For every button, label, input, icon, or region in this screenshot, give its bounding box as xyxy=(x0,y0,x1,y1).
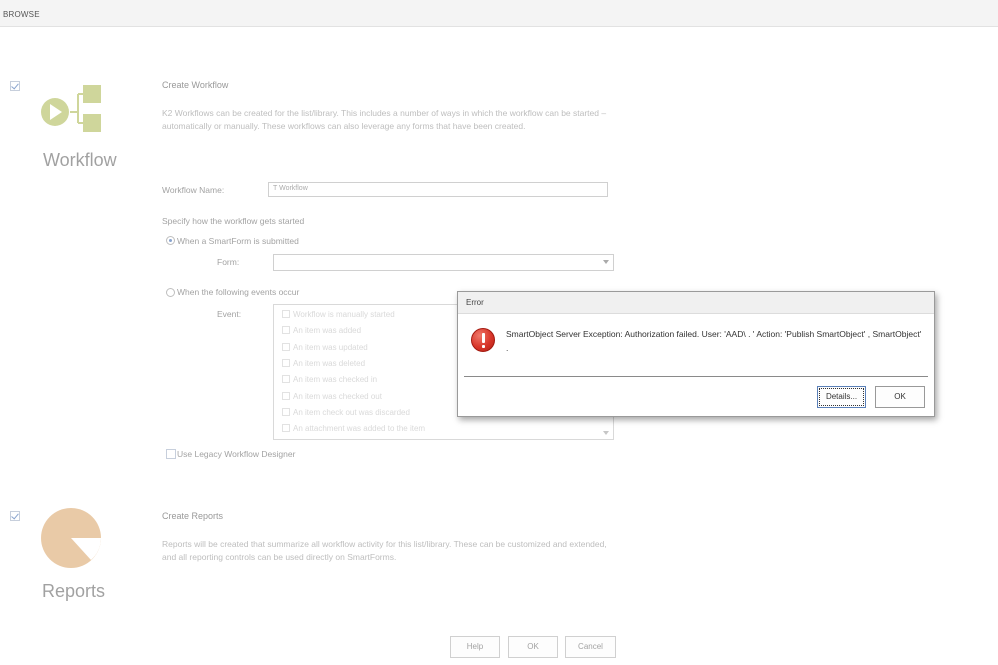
list-item[interactable]: An item was checked out xyxy=(282,392,382,406)
event-checkbox[interactable] xyxy=(282,310,290,318)
event-checkbox[interactable] xyxy=(282,408,290,416)
event-checkbox[interactable] xyxy=(282,343,290,351)
reports-enable-checkbox[interactable] xyxy=(10,511,20,521)
smartform-radio[interactable] xyxy=(166,236,175,245)
legacy-designer-label: Use Legacy Workflow Designer xyxy=(177,449,296,459)
reports-heading: Reports xyxy=(42,581,106,601)
error-icon xyxy=(471,328,495,352)
dialog-titlebar: Error xyxy=(458,292,934,314)
event-label: Event: xyxy=(217,309,242,319)
event-label-text: An item was added xyxy=(293,326,362,335)
workflow-heading: Workflow xyxy=(43,150,117,170)
dialog-separator xyxy=(464,376,928,377)
list-item[interactable]: An item was added xyxy=(282,326,361,340)
reports-description: Reports will be created that summarize a… xyxy=(162,539,607,562)
create-reports-title: Create Reports xyxy=(162,511,224,521)
error-message: SmartObject Server Exception: Authorizat… xyxy=(506,329,922,353)
form-label: Form: xyxy=(217,257,240,267)
form-dropdown[interactable] xyxy=(273,254,614,271)
workflow-name-label: Workflow Name: xyxy=(162,185,225,195)
cancel-button[interactable]: Cancel xyxy=(565,636,616,658)
event-label-text: An item check out was discarded xyxy=(293,408,410,417)
list-item[interactable]: An item was updated xyxy=(282,343,368,357)
workflow-icon xyxy=(41,85,101,132)
smartform-radio-label: When a SmartForm is submitted xyxy=(177,236,299,246)
dialog-title: Error xyxy=(466,298,484,307)
workflow-enable-checkbox[interactable] xyxy=(10,81,20,91)
create-workflow-title: Create Workflow xyxy=(162,80,229,90)
event-label-text: An attachment was added to the item xyxy=(293,424,426,433)
event-label-text: An item was checked in xyxy=(293,375,378,384)
event-label-text: An item was updated xyxy=(293,343,368,352)
workflow-description: K2 Workflows can be created for the list… xyxy=(162,108,607,131)
events-radio[interactable] xyxy=(166,288,175,297)
event-checkbox[interactable] xyxy=(282,326,290,334)
chevron-down-icon xyxy=(603,260,609,264)
tab-browse[interactable]: BROWSE xyxy=(3,10,40,19)
events-radio-label: When the following events occur xyxy=(177,287,300,297)
help-button[interactable]: Help xyxy=(450,636,500,658)
ribbon-bar: BROWSE xyxy=(0,0,998,27)
list-item[interactable]: An attachment was added to the item xyxy=(282,424,425,438)
event-checkbox[interactable] xyxy=(282,392,290,400)
workflow-name-input[interactable]: T Workflow xyxy=(268,182,608,197)
event-label-text: An item was deleted xyxy=(293,359,366,368)
legacy-designer-checkbox[interactable] xyxy=(166,449,176,459)
event-checkbox[interactable] xyxy=(282,359,290,367)
event-checkbox[interactable] xyxy=(282,424,290,432)
list-item[interactable]: An item check out was discarded xyxy=(282,408,410,422)
event-label-text: Workflow is manually started xyxy=(293,310,395,319)
event-checkbox[interactable] xyxy=(282,375,290,383)
event-label-text: An item was checked out xyxy=(293,392,382,401)
list-item[interactable]: An item was checked in xyxy=(282,375,377,389)
start-method-label: Specify how the workflow gets started xyxy=(162,216,305,226)
scroll-down-arrow[interactable] xyxy=(603,431,609,435)
list-item[interactable]: An item was deleted xyxy=(282,359,365,373)
error-dialog: Error SmartObject Server Exception: Auth… xyxy=(457,291,935,417)
list-item[interactable]: Workflow is manually started xyxy=(282,310,395,324)
details-button[interactable]: Details... xyxy=(817,386,866,408)
reports-pie-icon xyxy=(41,508,101,568)
ok-button[interactable]: OK xyxy=(508,636,558,658)
dialog-ok-button[interactable]: OK xyxy=(875,386,925,408)
